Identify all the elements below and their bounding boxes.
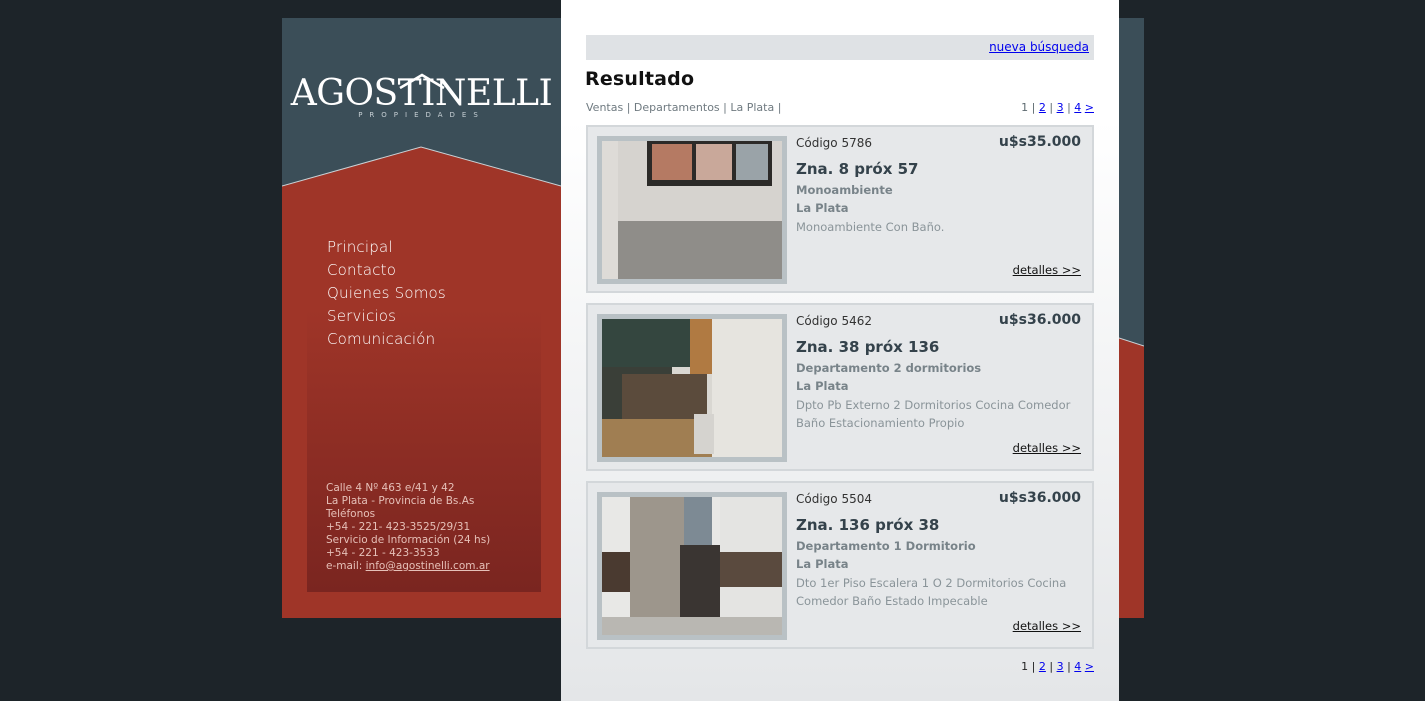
listing-card: Código 5504 u$s36.000 Zna. 136 próx 38 D… [586,481,1094,649]
menu-box: Principal Contacto Quienes Somos Servici… [307,220,541,592]
pagination-bottom: 1 | 2 | 3 | 4 > [1021,660,1094,673]
listing-code: Código 5786 [796,136,872,150]
building-photo-image [602,497,782,635]
page-link-4[interactable]: 4 [1074,660,1081,673]
right-roof-graphic [1119,18,1144,347]
brand-logo[interactable]: AGOSTINELLI PROPIEDADES [282,73,561,120]
page-link-4[interactable]: 4 [1074,101,1081,114]
listing-zone: Zna. 136 próx 38 [796,516,940,534]
contact-address: Calle 4 Nº 463 e/41 y 42 La Plata - Prov… [326,482,490,573]
page-link-2[interactable]: 2 [1039,101,1046,114]
listing-price: u$s36.000 [998,490,1081,506]
page-current: 1 [1021,660,1029,673]
search-bar: nueva búsqueda [586,35,1094,60]
listing-description: Monoambiente Con Baño. [796,220,945,234]
listing-zone: Zna. 38 próx 136 [796,338,940,356]
menu-item-contacto[interactable]: Contacto [327,259,446,282]
details-link[interactable]: detalles >> [1013,263,1081,277]
address-line: +54 - 221 - 423-3533 [326,547,440,559]
listing-city: La Plata [796,557,849,571]
page-next-link[interactable]: > [1085,101,1094,114]
logo-roof-icon [399,73,445,90]
listing-card: Código 5786 u$s35.000 Zna. 8 próx 57 Mon… [586,125,1094,293]
kitchen-photo-image [602,319,782,457]
address-line: Calle 4 Nº 463 e/41 y 42 [326,482,455,494]
email-line: e-mail: info@agostinelli.com.ar [326,560,490,573]
new-search-link[interactable]: nueva búsqueda [989,40,1089,54]
page-link-3[interactable]: 3 [1057,101,1064,114]
listing-price: u$s35.000 [998,134,1081,150]
address-line: +54 - 221- 423-3525/29/31 [326,521,471,533]
page-link-3[interactable]: 3 [1057,660,1064,673]
results-title: Resultado [585,68,695,90]
menu-item-comunicacion[interactable]: Comunicación [327,328,446,351]
listing-price: u$s36.000 [998,312,1081,328]
email-label: e-mail: [326,560,366,572]
main-menu: Principal Contacto Quienes Somos Servici… [327,236,446,351]
breadcrumb: Ventas | Departamentos | La Plata | [586,101,782,114]
listing-photo[interactable] [597,492,787,640]
page-next-link[interactable]: > [1085,660,1094,673]
listing-city: La Plata [796,201,849,215]
details-link[interactable]: detalles >> [1013,441,1081,455]
address-line: Servicio de Información (24 hs) [326,534,491,546]
address-line: Teléfonos [326,508,376,520]
main-content: nueva búsqueda Resultado Ventas | Depart… [561,0,1119,701]
right-decoration [1119,18,1144,618]
listing-city: La Plata [796,379,849,393]
listing-photo[interactable] [597,136,787,284]
listing-zone: Zna. 8 próx 57 [796,160,919,178]
listing-code: Código 5462 [796,314,872,328]
listing-type: Departamento 2 dormitorios [796,361,982,375]
room-photo-image [602,141,782,279]
menu-item-quienes-somos[interactable]: Quienes Somos [327,282,446,305]
address-line: La Plata - Provincia de Bs.As [326,495,475,507]
email-link[interactable]: info@agostinelli.com.ar [366,560,490,572]
listing-type: Monoambiente [796,183,893,197]
listing-card: Código 5462 u$s36.000 Zna. 38 próx 136 D… [586,303,1094,471]
page-link-2[interactable]: 2 [1039,660,1046,673]
menu-item-principal[interactable]: Principal [327,236,446,259]
menu-item-servicios[interactable]: Servicios [327,305,446,328]
pagination-top: 1 | 2 | 3 | 4 > [1021,101,1094,114]
left-panel: AGOSTINELLI PROPIEDADES Principal Contac… [282,18,561,618]
listing-code: Código 5504 [796,492,872,506]
listing-description: Dpto Pb Externo 2 Dormitorios Cocina Com… [796,398,1071,430]
page-current: 1 [1021,101,1029,114]
listing-description: Dto 1er Piso Escalera 1 O 2 Dormitorios … [796,576,1067,608]
listing-type: Departamento 1 Dormitorio [796,539,976,553]
details-link[interactable]: detalles >> [1013,619,1081,633]
listing-photo[interactable] [597,314,787,462]
